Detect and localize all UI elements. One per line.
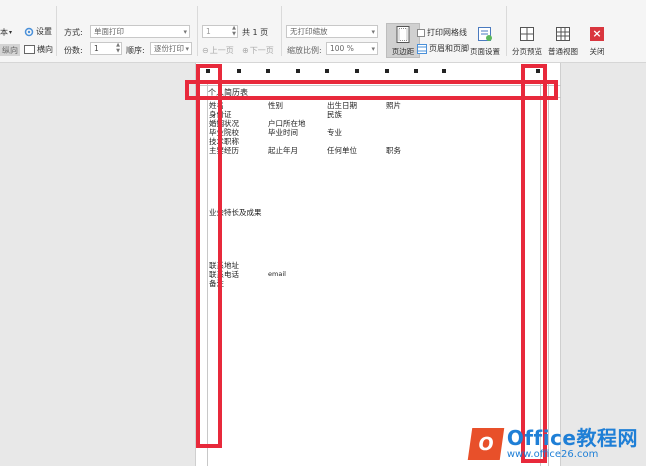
- orientation-top-label: 本 ▾: [0, 27, 12, 38]
- page-setup-icon: [476, 25, 494, 43]
- column-marker[interactable]: [414, 69, 418, 73]
- toolbar-divider: [281, 6, 282, 56]
- stepper-arrows-icon[interactable]: ▲ ▼: [232, 25, 236, 37]
- right-edge-line[interactable]: [548, 84, 549, 466]
- column-marker[interactable]: [325, 69, 329, 73]
- watermark-url: www.office26.com: [506, 449, 599, 460]
- grid-icon: [554, 25, 572, 43]
- settings-label: 设置: [36, 27, 52, 36]
- chevron-down-icon: ▾: [183, 28, 187, 36]
- page-break-preview-button[interactable]: 分页预览: [510, 25, 544, 57]
- sheet-cell: 出生日期: [327, 101, 357, 110]
- prev-page-button[interactable]: ⊖ 上一页: [202, 45, 234, 56]
- close-button[interactable]: × 关闭: [580, 25, 614, 57]
- page-setup-button[interactable]: 页面设置: [468, 25, 502, 57]
- print-gridlines-checkbox[interactable]: 打印网格线: [417, 27, 467, 38]
- page-preview: [195, 63, 561, 466]
- order-value: 逐份打印: [154, 44, 184, 53]
- close-icon: ×: [588, 25, 606, 43]
- zoom-select[interactable]: 100 % ▾: [326, 42, 378, 55]
- copies-stepper[interactable]: 1 ▲ ▼: [90, 42, 122, 55]
- sheet-cell: 职务: [386, 146, 401, 155]
- column-marker[interactable]: [296, 69, 300, 73]
- header-footer-icon: [417, 43, 427, 54]
- office-logo-icon: O: [467, 427, 505, 460]
- prev-arrow-icon: ⊖: [202, 46, 209, 55]
- column-marker[interactable]: [266, 69, 270, 73]
- method-label: 方式:: [64, 28, 83, 37]
- gear-icon: [24, 27, 34, 36]
- toolbar-divider: [506, 6, 507, 56]
- close-label: 关闭: [589, 47, 605, 56]
- stepper-arrows-icon[interactable]: ▲ ▼: [116, 42, 120, 54]
- chevron-down-icon: ▾: [371, 28, 375, 36]
- next-arrow-icon: ⊕: [242, 46, 249, 55]
- header-margin-highlight: [185, 80, 558, 100]
- print-order-select[interactable]: 逐份打印 ▾: [150, 42, 192, 55]
- watermark-title: Office教程网: [506, 426, 638, 450]
- landscape-icon: [24, 45, 35, 54]
- total-pages: 共 1 页: [242, 28, 269, 37]
- next-page-button[interactable]: ⊕ 下一页: [242, 45, 274, 56]
- sheet-cell: 起止年月: [268, 146, 298, 155]
- right-margin-highlight: [521, 64, 547, 463]
- scale-mode-value: 无打印缩放: [290, 27, 328, 36]
- sheet-cell: 照片: [386, 101, 401, 110]
- page-break-icon: [518, 25, 536, 43]
- sheet-cell: 性别: [268, 101, 283, 110]
- landscape-button[interactable]: 横向: [24, 44, 53, 55]
- order-label: 顺序:: [126, 46, 145, 55]
- sheet-cell: 民族: [327, 110, 342, 119]
- column-marker[interactable]: [355, 69, 359, 73]
- print-preview-toolbar: 本 ▾ 纵向 设置 横向 方式: 单面打印 ▾ 份数: 1 ▲ ▼ 顺序: 逐份打印 ▾ …: [0, 0, 646, 63]
- scale-mode-select[interactable]: 无打印缩放 ▾: [286, 25, 378, 38]
- settings-button[interactable]: 设置: [24, 26, 52, 37]
- margins-label: 页边距: [391, 47, 415, 56]
- margins-icon: [394, 26, 412, 43]
- zoom-label: 缩放比例:: [287, 46, 322, 55]
- next-page-label: 下一页: [249, 46, 274, 55]
- column-marker[interactable]: [385, 69, 389, 73]
- chevron-down-icon: ▾: [185, 45, 189, 53]
- sheet-cell: 毕业时间: [268, 128, 298, 137]
- header-footer-label: 页眉和页脚: [429, 44, 469, 53]
- method-value: 单面打印: [94, 27, 124, 36]
- print-gridlines-label: 打印网格线: [427, 28, 467, 37]
- chevron-down-icon: ▾: [371, 45, 375, 53]
- margins-button[interactable]: 页边距: [386, 23, 420, 58]
- cut-label: 本: [0, 28, 8, 37]
- zoom-value: 100 %: [330, 44, 354, 53]
- column-marker[interactable]: [237, 69, 241, 73]
- page-value: 1: [206, 27, 211, 36]
- normal-view-button[interactable]: 普通视图: [546, 25, 580, 57]
- chevron-down-icon: ▾: [9, 29, 13, 36]
- sheet-cell: 专业: [327, 128, 342, 137]
- sheet-cell: email: [268, 270, 286, 278]
- copies-label: 份数:: [64, 46, 83, 55]
- page-setup-label: 页面设置: [470, 47, 500, 56]
- prev-page-label: 上一页: [209, 46, 234, 55]
- page-number-input[interactable]: 1 ▲ ▼: [202, 25, 238, 38]
- left-margin-highlight: [196, 64, 222, 448]
- sheet-cell: 户口所在地: [268, 119, 306, 128]
- column-marker[interactable]: [442, 69, 446, 73]
- print-method-select[interactable]: 单面打印 ▾: [90, 25, 190, 38]
- checkbox-icon: [417, 28, 425, 37]
- portrait-button[interactable]: 纵向: [0, 44, 20, 56]
- sheet-cell: 任何单位: [327, 146, 357, 155]
- copies-value: 1: [94, 44, 99, 53]
- toolbar-divider: [56, 6, 57, 56]
- toolbar-divider: [197, 6, 198, 56]
- normal-view-label: 普通视图: [548, 47, 578, 56]
- header-footer-button[interactable]: 页眉和页脚: [417, 43, 469, 54]
- landscape-label: 横向: [37, 45, 53, 54]
- portrait-label: 纵向: [2, 45, 18, 55]
- watermark: O Office教程网 www.office26.com: [467, 426, 638, 460]
- page-break-preview-label: 分页预览: [512, 47, 542, 56]
